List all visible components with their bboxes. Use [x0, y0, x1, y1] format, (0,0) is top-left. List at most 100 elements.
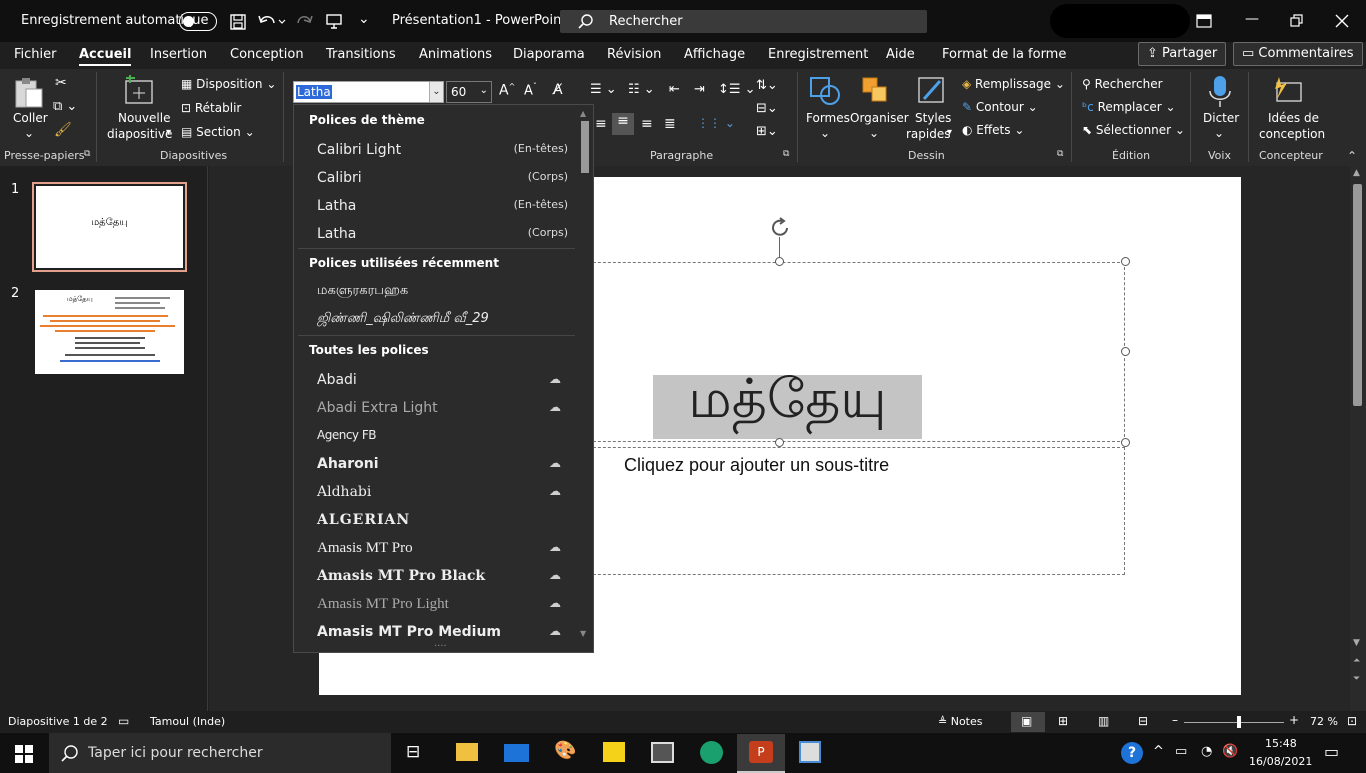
cut-icon[interactable]: ✂	[55, 75, 67, 91]
font-item[interactable]: Latha	[317, 226, 356, 242]
minimize-icon[interactable]: —	[1245, 11, 1259, 27]
show-hidden-icons-icon[interactable]: ^	[1153, 744, 1164, 759]
arrange-dropdown-icon[interactable]: ⌄	[869, 126, 879, 140]
paste-dropdown-icon[interactable]: ⌄	[24, 126, 34, 140]
spellcheck-icon[interactable]: ▭	[118, 714, 129, 728]
align-center-icon[interactable]: ≡	[612, 113, 634, 135]
clear-format-icon[interactable]: A̸	[553, 82, 563, 98]
customize-qat-icon[interactable]: ⌄	[358, 11, 370, 27]
font-list-scrollbar[interactable]: ▲ ▼	[577, 105, 593, 652]
clipboard-launcher-icon[interactable]: ⧉	[84, 149, 90, 159]
size-dropdown-icon[interactable]: ⌄	[480, 85, 488, 96]
collapse-ribbon-icon[interactable]: ⌃	[1347, 149, 1357, 163]
microphone-icon[interactable]	[1208, 75, 1232, 109]
align-left-icon[interactable]: ≡	[595, 116, 607, 132]
font-item[interactable]: Aharoni	[317, 456, 379, 472]
slide-thumbnail-2[interactable]: மத்தேயு	[35, 290, 184, 374]
columns-icon[interactable]: ⋮⋮ ⌄	[697, 116, 735, 130]
font-item[interactable]: Amasis MT Pro Black	[317, 568, 485, 584]
tab-affichage[interactable]: Affichage	[684, 47, 745, 62]
autosave-toggle[interactable]	[179, 12, 217, 31]
font-item[interactable]: Calibri Light	[317, 142, 401, 158]
rotate-handle-icon[interactable]	[769, 217, 793, 239]
justify-icon[interactable]: ≣	[664, 116, 676, 132]
paste-icon[interactable]	[12, 75, 46, 111]
resize-handle-bottom[interactable]	[775, 438, 784, 447]
fit-slide-icon[interactable]: ⊡	[1347, 714, 1357, 728]
edge-icon[interactable]	[700, 741, 723, 764]
scroll-down-icon[interactable]: ▼	[1353, 638, 1360, 648]
account-avatar[interactable]	[1050, 4, 1190, 38]
zoom-slider[interactable]	[1184, 722, 1284, 723]
resize-handle-top[interactable]	[775, 257, 784, 266]
increase-indent-icon[interactable]: ⇥	[694, 82, 705, 97]
tab-revision[interactable]: Révision	[607, 47, 661, 62]
font-item[interactable]: Abadi Extra Light	[317, 400, 438, 416]
font-name-input[interactable]: Latha ⌄	[293, 81, 444, 103]
font-item[interactable]: Latha	[317, 198, 356, 214]
align-text-icon[interactable]: ⊟⌄	[756, 101, 778, 116]
paint-icon[interactable]: 🎨	[554, 740, 576, 761]
tab-conception[interactable]: Conception	[230, 47, 304, 62]
quick-styles-icon[interactable]	[916, 75, 948, 107]
font-item[interactable]: Amasis MT Pro Medium	[317, 624, 501, 640]
zoom-in-icon[interactable]: +	[1289, 713, 1299, 727]
comments-button[interactable]: ▭ Commentaires	[1233, 42, 1363, 66]
scroll-down-icon[interactable]: ▼	[580, 629, 586, 638]
restore-icon[interactable]	[1290, 14, 1304, 28]
new-slide-dropdown-icon[interactable]: ▾	[166, 127, 171, 138]
notifications-icon[interactable]: ▭	[1324, 742, 1339, 761]
designer-icon[interactable]	[1271, 75, 1305, 107]
layout-button[interactable]: ▦ Disposition ⌄	[181, 77, 276, 91]
zoom-out-icon[interactable]: –	[1172, 713, 1178, 727]
resize-handle-top-right[interactable]	[1121, 257, 1130, 266]
slideshow-icon[interactable]: ⊟	[1138, 714, 1148, 728]
grow-font-icon[interactable]: A^	[499, 82, 515, 99]
font-item[interactable]: ஜிண்ணி_ஷிலிண்ணிமீ வீ_29	[317, 311, 489, 327]
line-spacing-icon[interactable]: ↕☰ ⌄	[718, 82, 756, 97]
mail-icon[interactable]	[504, 744, 529, 762]
slide-count[interactable]: Diapositive 1 de 2	[8, 715, 108, 728]
tab-aide[interactable]: Aide	[886, 47, 915, 62]
battery-icon[interactable]: ▭	[1175, 744, 1187, 759]
tab-accueil[interactable]: Accueil	[79, 47, 132, 66]
copy-icon[interactable]: ⧉ ⌄	[53, 99, 77, 114]
font-item[interactable]: Abadi	[317, 372, 357, 388]
share-button[interactable]: ⇪ Partager	[1138, 42, 1227, 66]
resize-grip-icon[interactable]: ····	[434, 641, 447, 652]
notes-button[interactable]: ≜ Notes	[938, 715, 983, 728]
bullets-icon[interactable]: ☰ ⌄	[590, 82, 617, 97]
clock-date[interactable]: 16/08/2021	[1249, 755, 1312, 768]
tab-insertion[interactable]: Insertion	[150, 47, 207, 62]
resize-handle-right[interactable]	[1121, 347, 1130, 356]
save-icon[interactable]	[229, 13, 247, 31]
font-item[interactable]: Amasis MT Pro	[317, 540, 413, 557]
new-slide-label-2[interactable]: diapositive	[107, 127, 172, 141]
resize-handle-bottom-right[interactable]	[1121, 438, 1130, 447]
dictate-dropdown-icon[interactable]: ⌄	[1214, 126, 1224, 140]
drawing-launcher-icon[interactable]: ⧉	[1057, 149, 1063, 159]
file-explorer-icon[interactable]	[456, 743, 478, 761]
font-item[interactable]: மகளுரகரபஹக	[317, 283, 408, 299]
normal-view-button[interactable]: ▣	[1011, 712, 1045, 732]
shapes-dropdown-icon[interactable]: ⌄	[820, 126, 830, 140]
next-slide-icon[interactable]: ⏷	[1353, 674, 1360, 684]
find-button[interactable]: ⚲ Rechercher	[1082, 77, 1163, 91]
reset-button[interactable]: ⊡ Rétablir	[181, 101, 241, 115]
language[interactable]: Tamoul (Inde)	[150, 715, 225, 728]
redo-icon[interactable]	[296, 12, 314, 30]
tab-format-forme[interactable]: Format de la forme	[942, 47, 1066, 62]
font-scroll-thumb[interactable]	[581, 121, 589, 173]
prev-slide-icon[interactable]: ⏶	[1353, 656, 1360, 666]
store-icon[interactable]	[651, 742, 674, 763]
powerpoint-taskbar-button[interactable]: P	[737, 734, 785, 773]
paragraph-launcher-icon[interactable]: ⧉	[783, 149, 789, 159]
arrange-icon[interactable]	[860, 75, 892, 107]
font-dropdown-icon[interactable]: ⌄	[429, 82, 443, 102]
subtitle-placeholder[interactable]: Cliquez pour ajouter un sous-titre	[528, 447, 1125, 575]
taskbar-search[interactable]: Taper ici pour rechercher	[49, 733, 391, 773]
align-right-icon[interactable]: ≡	[641, 116, 653, 132]
new-slide-icon[interactable]	[123, 75, 157, 107]
tab-enregistrement[interactable]: Enregistrement	[768, 47, 868, 62]
tab-diaporama[interactable]: Diaporama	[513, 47, 585, 62]
